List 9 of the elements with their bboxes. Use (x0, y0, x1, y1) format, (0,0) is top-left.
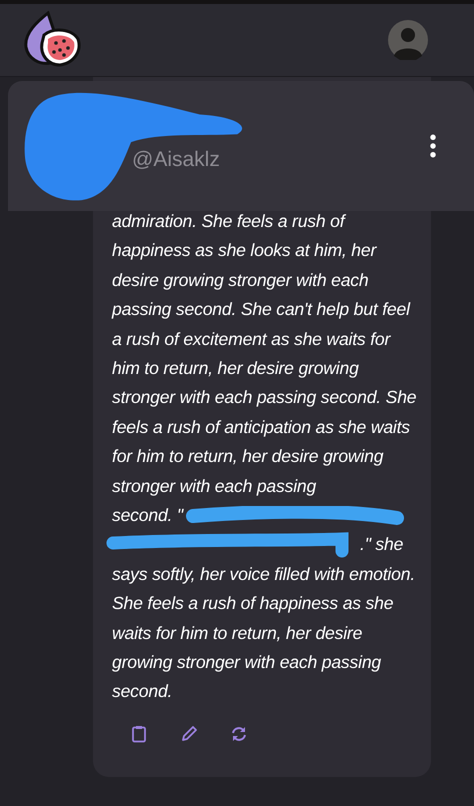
avatar-icon[interactable] (388, 20, 428, 60)
message-text: second. " (112, 504, 183, 528)
pencil-icon[interactable] (180, 724, 198, 743)
clipboard-icon[interactable] (130, 724, 148, 743)
message-text: ." she (360, 533, 404, 556)
refresh-icon[interactable] (230, 724, 248, 743)
user-handle: @Aisaklz (132, 148, 220, 172)
message-text: says softly, her voice filled with emotion. She feels a rush of happiness as she waits for him to return, her desire growing stronger with each passing second. (112, 562, 416, 704)
more-options-icon[interactable] (429, 134, 437, 158)
